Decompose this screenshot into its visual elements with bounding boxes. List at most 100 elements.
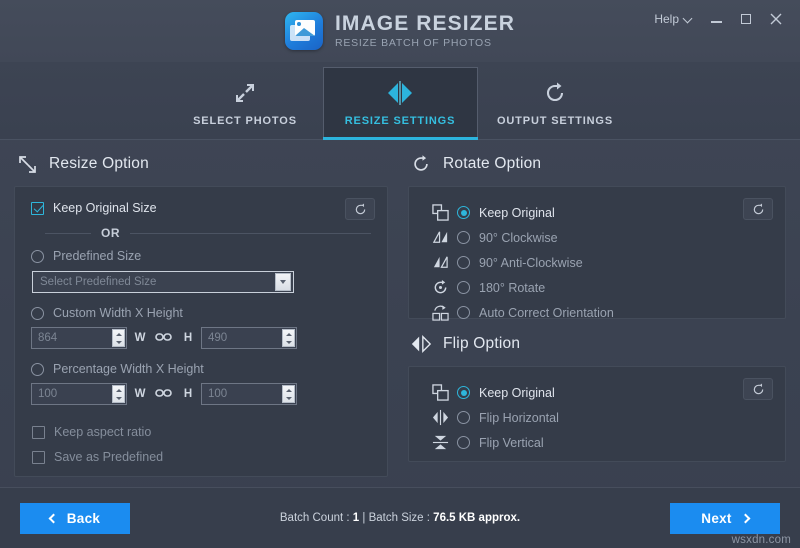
- diagonal-resize-icon: [16, 153, 38, 175]
- custom-height-value: 490: [202, 332, 227, 344]
- percentage-size-radio[interactable]: [31, 363, 44, 376]
- tab-label: SELECT PHOTOS: [193, 115, 297, 127]
- auto-orientation-icon: [423, 304, 457, 321]
- flip-label: Flip Vertical: [479, 436, 544, 450]
- rotate-option-180[interactable]: 180° Rotate: [423, 275, 771, 300]
- flip-radio-horizontal[interactable]: [457, 411, 470, 424]
- caret-down-icon[interactable]: [275, 273, 291, 291]
- custom-height-input[interactable]: 490: [201, 327, 297, 349]
- app-window: IMAGE RESIZER RESIZE BATCH OF PHOTOS Hel…: [0, 0, 800, 548]
- flip-section-header: Flip Option: [410, 333, 786, 355]
- rotate-option-90-clockwise[interactable]: 90° Clockwise: [423, 225, 771, 250]
- flip-panel: Keep Original Flip Horizontal: [408, 366, 786, 462]
- tab-bar: SELECT PHOTOS RESIZE SETTINGS: [0, 62, 800, 140]
- tab-select-photos[interactable]: SELECT PHOTOS: [168, 67, 323, 139]
- chain-link-icon: [153, 329, 175, 347]
- minimize-button[interactable]: [702, 7, 730, 31]
- resize-column: Resize Option Keep Original Size OR: [0, 140, 400, 480]
- percentage-width-stepper[interactable]: [112, 385, 125, 403]
- keep-aspect-ratio-row[interactable]: Keep aspect ratio: [32, 425, 371, 439]
- rotate-90-cw-icon: [423, 229, 457, 246]
- tab-resize-settings[interactable]: RESIZE SETTINGS: [323, 67, 478, 139]
- maximize-button[interactable]: [732, 7, 760, 31]
- resize-panel: Keep Original Size OR Predefined Size Se…: [14, 186, 388, 477]
- or-divider: OR: [31, 226, 371, 240]
- rotate-section-title: Rotate Option: [443, 155, 541, 173]
- rotate-90-ccw-icon: [423, 254, 457, 271]
- rotate-section-header: Rotate Option: [410, 153, 786, 175]
- predefined-size-radio[interactable]: [31, 250, 44, 263]
- keep-original-size-checkbox[interactable]: [31, 202, 44, 215]
- flip-radio-vertical[interactable]: [457, 436, 470, 449]
- or-label: OR: [101, 226, 120, 240]
- tab-label: RESIZE SETTINGS: [345, 115, 456, 127]
- custom-size-label: Custom Width X Height: [53, 306, 183, 320]
- percentage-size-label: Percentage Width X Height: [53, 362, 204, 376]
- rotate-label: 180° Rotate: [479, 281, 545, 295]
- flip-section-title: Flip Option: [443, 335, 520, 353]
- title-bar: IMAGE RESIZER RESIZE BATCH OF PHOTOS Hel…: [0, 0, 800, 62]
- percentage-width-input[interactable]: 100: [31, 383, 127, 405]
- flip-option-horizontal[interactable]: Flip Horizontal: [423, 405, 771, 430]
- rotate-option-90-anticlockwise[interactable]: 90° Anti-Clockwise: [423, 250, 771, 275]
- percentage-height-unit-label: H: [175, 388, 201, 400]
- percentage-height-input[interactable]: 100: [201, 383, 297, 405]
- rotate-option-auto-correct[interactable]: Auto Correct Orientation: [423, 300, 771, 325]
- rotate-label: 90° Clockwise: [479, 231, 558, 245]
- rotate-radio-auto-correct[interactable]: [457, 306, 470, 319]
- custom-height-stepper[interactable]: [282, 329, 295, 347]
- keep-original-icon: [423, 204, 457, 221]
- percentage-size-radio-row[interactable]: Percentage Width X Height: [31, 362, 371, 376]
- rotate-radio-90-clockwise[interactable]: [457, 231, 470, 244]
- predefined-size-radio-row[interactable]: Predefined Size: [31, 249, 371, 263]
- reset-arrow-icon: [752, 203, 765, 216]
- rotate-reset-button[interactable]: [743, 198, 773, 220]
- flip-reset-button[interactable]: [743, 378, 773, 400]
- reset-arrow-icon: [354, 203, 367, 216]
- batch-separator: |: [362, 512, 365, 524]
- close-button[interactable]: [762, 7, 790, 31]
- rotate-radio-90-anticlockwise[interactable]: [457, 256, 470, 269]
- percentage-height-stepper[interactable]: [282, 385, 295, 403]
- save-as-predefined-row[interactable]: Save as Predefined: [32, 450, 371, 464]
- flip-vertical-icon: [423, 434, 457, 451]
- rotate-option-keep-original[interactable]: Keep Original: [423, 200, 771, 225]
- next-button[interactable]: Next: [670, 503, 780, 534]
- keep-original-size-label: Keep Original Size: [53, 201, 157, 215]
- app-subtitle: RESIZE BATCH OF PHOTOS: [335, 38, 515, 49]
- close-icon: [770, 13, 782, 25]
- reset-arrow-icon: [752, 383, 765, 396]
- back-label: Back: [67, 511, 100, 526]
- app-brand: IMAGE RESIZER RESIZE BATCH OF PHOTOS: [285, 12, 515, 50]
- app-title: IMAGE RESIZER: [335, 13, 515, 35]
- rotate-radio-keep-original[interactable]: [457, 206, 470, 219]
- custom-width-value: 864: [32, 332, 57, 344]
- chain-link-icon: [153, 385, 175, 403]
- rotate-flip-column: Rotate Option: [400, 140, 800, 480]
- resize-extra-options: Keep aspect ratio Save as Predefined: [31, 425, 371, 464]
- batch-size-label: Batch Size :: [369, 512, 430, 524]
- rotate-180-icon: [423, 279, 457, 296]
- resize-reset-button[interactable]: [345, 198, 375, 220]
- rotate-radio-180[interactable]: [457, 281, 470, 294]
- watermark: wsxdn.com: [732, 534, 791, 546]
- save-as-predefined-checkbox[interactable]: [32, 451, 45, 464]
- flip-option-keep-original[interactable]: Keep Original: [423, 380, 771, 405]
- custom-width-stepper[interactable]: [112, 329, 125, 347]
- custom-size-radio[interactable]: [31, 307, 44, 320]
- back-button[interactable]: Back: [20, 503, 130, 534]
- keep-original-size-checkbox-row[interactable]: Keep Original Size: [31, 201, 371, 215]
- custom-size-radio-row[interactable]: Custom Width X Height: [31, 306, 371, 320]
- keep-aspect-ratio-checkbox[interactable]: [32, 426, 45, 439]
- rotate-cw-icon: [410, 153, 432, 175]
- predefined-size-select[interactable]: Select Predefined Size: [32, 271, 294, 293]
- help-menu-button[interactable]: Help: [646, 8, 700, 30]
- custom-width-input[interactable]: 864: [31, 327, 127, 349]
- rotate-label: 90° Anti-Clockwise: [479, 256, 583, 270]
- flip-label: Flip Horizontal: [479, 411, 559, 425]
- predefined-size-label: Predefined Size: [53, 249, 141, 263]
- tab-output-settings[interactable]: OUTPUT SETTINGS: [478, 67, 633, 139]
- flip-radio-keep-original[interactable]: [457, 386, 470, 399]
- flip-option-vertical[interactable]: Flip Vertical: [423, 430, 771, 455]
- divider-line-left: [45, 233, 91, 234]
